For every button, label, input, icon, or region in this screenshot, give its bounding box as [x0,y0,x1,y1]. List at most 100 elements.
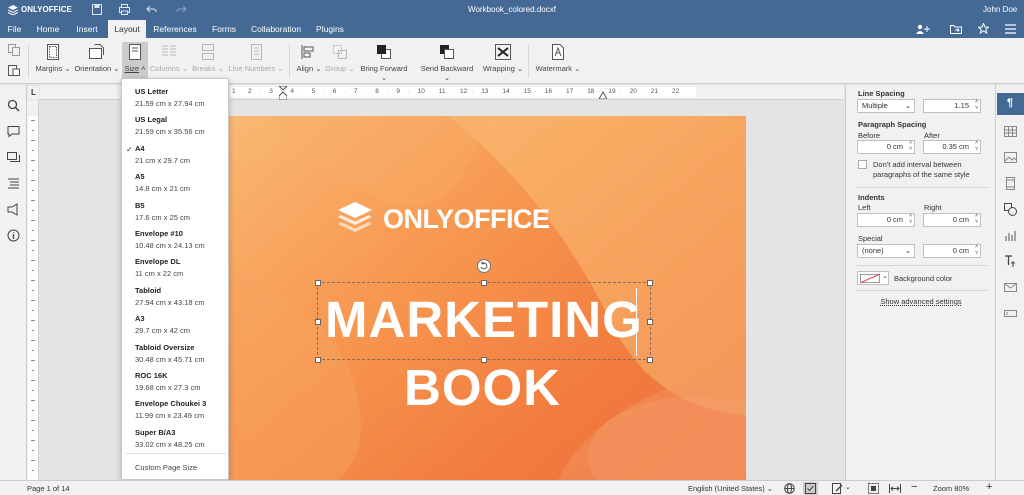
ruler-number: 17 [566,88,574,95]
custom-page-size-item[interactable]: Custom Page Size [122,459,228,477]
share-users-icon[interactable] [915,24,931,34]
show-advanced-settings-link[interactable]: Show advanced settings [846,297,996,306]
review-mode-icon[interactable] [832,483,843,494]
menu-icon[interactable] [1005,24,1016,34]
ruler-tick [31,200,35,201]
right-indent-input[interactable]: 0 cm ˄ ˅ [923,213,981,227]
left-indent-input[interactable]: 0 cm ˄ ˅ [857,213,915,227]
after-spacing-input[interactable]: 0.35 cm ˄ ˅ [923,140,981,154]
resize-handle[interactable] [647,280,653,286]
page-size-item[interactable]: Envelope DL 11 cm x 22 cm [122,255,228,281]
header-footer-icon[interactable] [1004,177,1017,190]
tab-file[interactable]: File [2,20,27,38]
line-spacing-input[interactable]: 1.15 ˄ ˅ [923,99,981,113]
tab-references[interactable]: References [149,20,201,38]
document-page[interactable]: ONLYOFFICE MARKETING BOOK [228,116,746,480]
tab-home[interactable]: Home [30,20,66,38]
shape-settings-icon[interactable] [1004,203,1017,216]
special-indent-input[interactable]: 0 cm ˄ ˅ [923,244,981,258]
tab-forms[interactable]: Forms [206,20,242,38]
fit-to-page-icon[interactable] [868,483,879,494]
track-changes-button[interactable] [803,482,818,495]
chart-settings-icon[interactable] [1004,229,1017,242]
page-size-item[interactable]: A3 29.7 cm x 42 cm [122,312,228,338]
page-size-item[interactable]: Tabloid 27.94 cm x 43.18 cm [122,284,228,310]
vertical-ruler[interactable] [27,100,39,480]
paragraph-settings-tab[interactable]: ¶ [997,93,1024,115]
columns-button[interactable]: Columns ⌄ [150,44,188,73]
line-spacing-mode-select[interactable]: Multiple ⌄ [857,99,915,113]
size-button[interactable]: Size ˄ [122,42,148,78]
spellcheck-globe-icon[interactable] [784,483,795,494]
resize-handle[interactable] [481,280,487,286]
page-size-item[interactable]: US Legal 21.59 cm x 35.56 cm [122,113,228,139]
ruler-tick [32,170,34,171]
left-indent-value: 0 cm [886,215,903,224]
ruler-tick [32,410,34,411]
page-size-item[interactable]: ✓ A4 21 cm x 29.7 cm [122,142,228,168]
mail-merge-icon[interactable] [1004,281,1017,294]
right-indent-marker-icon[interactable] [599,91,607,99]
page-size-item[interactable]: B5 17.6 cm x 25 cm [122,199,228,225]
copy-icon[interactable] [8,44,20,56]
page-size-icon [129,44,141,60]
favorite-star-icon[interactable] [978,23,989,34]
comments-icon[interactable] [7,125,20,138]
watermark-button[interactable]: Watermark ⌄ [534,44,582,73]
table-settings-icon[interactable] [1004,125,1017,138]
user-name[interactable]: John Doe [983,5,1017,14]
search-icon[interactable] [7,99,20,112]
breaks-button[interactable]: Breaks ⌄ [190,44,226,73]
background-color-picker[interactable]: ⌄ [857,271,889,285]
page-size-item[interactable]: Super B/A3 33.02 cm x 48.25 cm [122,426,228,452]
feedback-icon[interactable] [7,203,20,216]
about-icon[interactable] [7,229,20,242]
text-art-icon[interactable] [1004,255,1017,268]
before-spacing-input[interactable]: 0 cm ˄ ˅ [857,140,915,154]
zoom-out-button[interactable]: − [911,481,917,493]
tab-collaboration[interactable]: Collaboration [246,20,306,38]
background-color-label: Background color [894,274,953,283]
language-selector[interactable]: English (United States) ⌄ [688,484,773,493]
page-size-item[interactable]: Envelope Choukei 3 11.99 cm x 23.49 cm [122,397,228,423]
resize-handle[interactable] [315,280,321,286]
page-size-item[interactable]: ROC 16K 19.68 cm x 27.3 cm [122,369,228,395]
page-size-item[interactable]: Envelope #10 10.48 cm x 24.13 cm [122,227,228,253]
wrapping-button[interactable]: Wrapping ⌄ [482,44,524,73]
resize-handle[interactable] [315,357,321,363]
tab-layout[interactable]: Layout [108,20,146,38]
resize-handle[interactable] [315,319,321,325]
special-indent-select[interactable]: (none) ⌄ [857,244,915,258]
resize-handle[interactable] [647,319,653,325]
form-settings-icon[interactable] [1004,307,1017,320]
page-counter[interactable]: Page 1 of 14 [27,484,70,493]
align-button[interactable]: Align ⌄ [294,44,324,73]
bring-forward-button[interactable]: Bring Forward ⌄ [357,44,411,82]
fit-to-width-icon[interactable] [889,484,901,493]
tab-insert[interactable]: Insert [69,20,105,38]
navigation-icon[interactable] [7,177,20,190]
open-location-icon[interactable] [950,24,962,34]
image-settings-icon[interactable] [1004,151,1017,164]
tab-stop-selector[interactable]: L [28,86,39,99]
orientation-button[interactable]: Orientation ⌄ [73,44,121,73]
send-backward-button[interactable]: Send Backward ⌄ [417,44,477,82]
dont-add-interval-checkbox[interactable] [858,160,867,169]
margins-button[interactable]: Margins ⌄ [34,44,72,73]
zoom-in-button[interactable]: + [986,481,992,493]
paragraph-spacing-title: Paragraph Spacing [858,120,927,129]
ruler-number: 21 [650,88,659,95]
line-numbers-button[interactable]: Line Numbers ⌄ [228,44,284,73]
page-size-item[interactable]: US Letter 21.59 cm x 27.94 cm [122,85,228,111]
ruler-tick: · [556,89,558,95]
group-button[interactable]: Group ⌄ [325,44,355,73]
page-size-item[interactable]: A5 14.8 cm x 21 cm [122,170,228,196]
paste-icon[interactable] [8,64,20,76]
page-size-dimensions: 21 cm x 29.7 cm [135,155,191,165]
resize-handle[interactable] [647,357,653,363]
tab-plugins[interactable]: Plugins [310,20,350,38]
page-size-item[interactable]: Tabloid Oversize 30.48 cm x 45.71 cm [122,341,228,367]
rotate-handle-icon[interactable] [477,259,491,273]
chat-icon[interactable] [7,151,20,164]
indent-marker-icon[interactable] [279,86,287,100]
